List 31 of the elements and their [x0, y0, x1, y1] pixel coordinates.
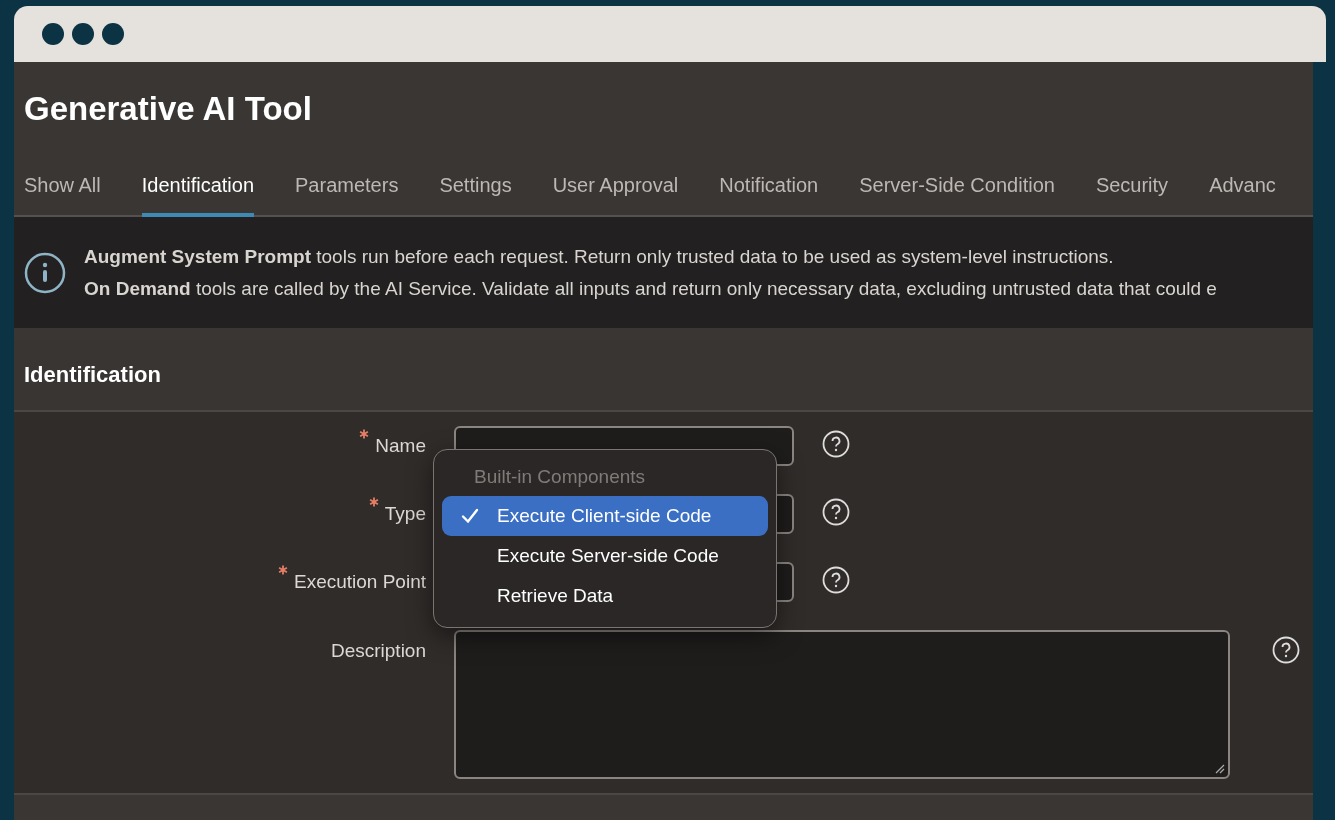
field-label: Execution Point: [293, 571, 426, 592]
tab[interactable]: Notification: [719, 174, 819, 217]
help-icon[interactable]: [1272, 636, 1300, 664]
field-label: Name: [375, 435, 426, 456]
resize-handle-icon[interactable]: [1215, 764, 1225, 774]
tab[interactable]: Settings: [439, 174, 512, 217]
page-title: Generative AI Tool: [23, 89, 313, 129]
field-label: Type: [384, 503, 426, 524]
text-area[interactable]: [454, 630, 1230, 779]
window-control[interactable]: [102, 23, 124, 45]
help-icon[interactable]: [822, 498, 850, 526]
tab[interactable]: User Approval: [552, 174, 679, 217]
info-icon: [24, 251, 66, 294]
menu-option[interactable]: Retrieve Data: [442, 576, 768, 616]
tab[interactable]: Advanc: [1209, 174, 1276, 217]
section-title: Identification: [24, 362, 161, 388]
info-text: On Demand tools are called by the AI Service. Validate all inputs and return only necessary data, excluding untrusted data that could e: [84, 277, 1217, 300]
tab[interactable]: Show All: [24, 174, 101, 217]
window-control[interactable]: [42, 23, 64, 45]
help-icon[interactable]: [822, 430, 850, 458]
tab[interactable]: Server-Side Condition: [859, 174, 1055, 217]
info-text: Augment System Prompt tools run before each request. Return only trusted data to be used as system-level instructions.: [84, 245, 1115, 268]
tab[interactable]: Security: [1095, 174, 1169, 217]
menu-option[interactable]: Execute Server-side Code: [442, 536, 768, 576]
tab[interactable]: Parameters: [295, 174, 399, 217]
checkmark-icon: [460, 508, 479, 524]
help-icon[interactable]: [822, 566, 850, 594]
field-label: Description: [330, 640, 426, 661]
menu-group-header: Built-in Components: [473, 465, 647, 489]
window-control[interactable]: [72, 23, 94, 45]
menu-option[interactable]: Execute Client-side Code: [442, 496, 768, 536]
